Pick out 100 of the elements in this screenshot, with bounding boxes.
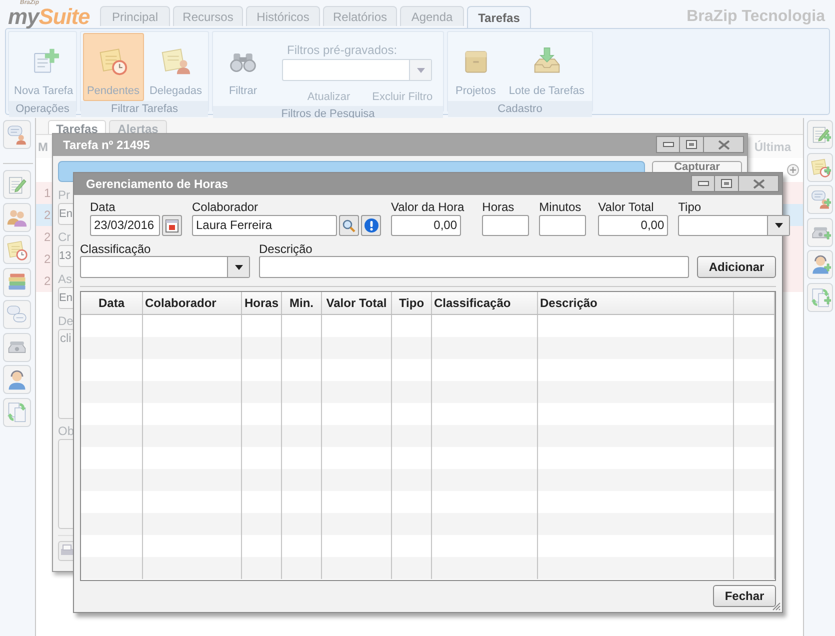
row-number: 2 bbox=[44, 207, 51, 224]
close-dialog-button[interactable]: Fechar bbox=[713, 585, 776, 607]
toolbar-button[interactable] bbox=[807, 185, 833, 214]
dropdown-field[interactable] bbox=[80, 256, 250, 278]
saved-filters-combo[interactable] bbox=[282, 59, 432, 81]
search-icon bbox=[342, 218, 356, 232]
filter-link[interactable]: Excluir Filtro bbox=[372, 89, 433, 106]
dropdown-field[interactable] bbox=[678, 215, 790, 236]
input-field[interactable] bbox=[539, 215, 586, 236]
toolbar-button[interactable] bbox=[3, 120, 31, 149]
toolbar-button[interactable] bbox=[3, 235, 31, 264]
toolbar-button[interactable] bbox=[3, 365, 31, 394]
field-label: Classificação bbox=[80, 242, 152, 256]
field-label: Ob bbox=[58, 424, 74, 438]
exclamation-icon bbox=[364, 218, 378, 233]
group-label: Filtrar Tarefas bbox=[81, 100, 208, 116]
toolbar-button[interactable] bbox=[3, 170, 31, 199]
column-header: Colaborador bbox=[145, 295, 216, 312]
maximize-button[interactable] bbox=[680, 136, 704, 153]
row-number: 2 bbox=[44, 251, 51, 268]
input-field[interactable] bbox=[259, 256, 689, 278]
ribbon-button[interactable]: Pendentes bbox=[82, 33, 144, 100]
search-button[interactable] bbox=[339, 215, 359, 236]
ribbon-button[interactable]: Filtrar bbox=[224, 33, 262, 106]
maximize-button[interactable] bbox=[715, 175, 739, 192]
caret-icon bbox=[416, 68, 424, 72]
toolbar-button[interactable] bbox=[807, 282, 833, 312]
input-field[interactable]: 13 bbox=[58, 245, 73, 267]
toolbar-button[interactable] bbox=[3, 398, 31, 426]
dropdown-button[interactable] bbox=[767, 216, 790, 235]
ribbon-button[interactable]: Nova Tarefa bbox=[10, 33, 78, 100]
column-header: M bbox=[38, 138, 48, 156]
group-label: Cadastro bbox=[448, 100, 592, 116]
input-field[interactable]: En bbox=[58, 203, 73, 225]
input-field[interactable]: Laura Ferreira bbox=[192, 215, 337, 236]
close-button[interactable] bbox=[739, 175, 779, 192]
field-label: Horas bbox=[482, 200, 516, 214]
add-button[interactable]: Adicionar bbox=[697, 256, 776, 278]
toolbar-button[interactable] bbox=[3, 332, 31, 362]
column-header: Tipo bbox=[398, 295, 424, 312]
toolbar-button[interactable] bbox=[807, 250, 833, 279]
minimize-button[interactable] bbox=[691, 175, 715, 192]
field-label: As bbox=[58, 272, 72, 286]
tab[interactable]: Históricos bbox=[246, 6, 320, 26]
field-label: Valor Total bbox=[598, 200, 655, 214]
field-label: Data bbox=[90, 200, 116, 214]
input-field[interactable] bbox=[482, 215, 530, 236]
ribbon-button[interactable]: Projetos bbox=[452, 33, 500, 100]
window-title: Tarefa nº 21495 bbox=[63, 137, 150, 154]
tab[interactable]: Tarefas bbox=[467, 6, 531, 28]
field-label: Pr bbox=[58, 188, 70, 202]
toolbar-button[interactable] bbox=[807, 218, 833, 246]
calendar-button[interactable] bbox=[162, 215, 182, 236]
field-label: Colaborador bbox=[192, 200, 260, 214]
field-label: Minutos bbox=[539, 200, 582, 214]
text-area[interactable] bbox=[58, 439, 74, 529]
chat-person-plus-icon bbox=[810, 189, 830, 210]
print-button[interactable] bbox=[58, 541, 74, 561]
note-clock-icon bbox=[98, 46, 128, 76]
tab[interactable]: Recursos bbox=[173, 6, 243, 26]
toolbar-button[interactable] bbox=[3, 268, 31, 296]
chat-person-icon bbox=[6, 124, 28, 146]
maximize-icon bbox=[686, 140, 697, 149]
field-label: Cr bbox=[58, 230, 71, 244]
group-label: Operações bbox=[9, 100, 76, 116]
dropdown-button[interactable] bbox=[227, 257, 249, 277]
tab[interactable]: Relatórios bbox=[323, 6, 397, 26]
minimize-icon bbox=[662, 142, 674, 147]
row-number: 2 bbox=[44, 273, 51, 290]
column-header: Classificação bbox=[434, 295, 511, 312]
input-field[interactable]: En bbox=[58, 287, 73, 309]
filter-link[interactable]: Atualizar bbox=[307, 89, 350, 106]
toolbar-button[interactable] bbox=[3, 202, 31, 232]
tab[interactable]: Agenda bbox=[400, 6, 464, 26]
headset-person-plus-icon bbox=[810, 254, 830, 275]
close-icon bbox=[718, 140, 730, 150]
input-field[interactable]: 0,00 bbox=[391, 215, 461, 236]
toolbar-button[interactable] bbox=[3, 300, 31, 329]
tab[interactable]: Principal bbox=[100, 6, 170, 26]
ribbon-button[interactable]: Delegadas bbox=[145, 33, 206, 100]
field-label: Descrição bbox=[259, 242, 314, 256]
documents-arrows-plus-icon bbox=[810, 286, 830, 308]
row-number: 1 bbox=[44, 185, 51, 202]
window-title: Gerenciamento de Horas bbox=[86, 176, 228, 193]
column-header: Descrição bbox=[540, 295, 598, 312]
minimize-button[interactable] bbox=[656, 136, 680, 153]
toolbar-button[interactable] bbox=[807, 120, 833, 149]
column-header: Min. bbox=[290, 295, 314, 312]
input-field[interactable]: 23/03/2016 bbox=[90, 215, 160, 236]
filter-label: Filtros pré-gravados: bbox=[287, 42, 398, 59]
row-number: 2 bbox=[44, 229, 51, 246]
input-field[interactable]: 0,00 bbox=[598, 215, 668, 236]
ribbon-button[interactable]: Lote de Tarefas bbox=[504, 33, 588, 100]
note-clock-plus-icon bbox=[810, 156, 830, 178]
toolbar-button[interactable] bbox=[807, 152, 833, 182]
info-button[interactable] bbox=[361, 215, 381, 236]
column-header: Valor Total bbox=[326, 295, 387, 312]
text-area[interactable]: cli bbox=[58, 329, 74, 419]
close-button[interactable] bbox=[704, 136, 744, 153]
close-icon bbox=[752, 178, 764, 188]
